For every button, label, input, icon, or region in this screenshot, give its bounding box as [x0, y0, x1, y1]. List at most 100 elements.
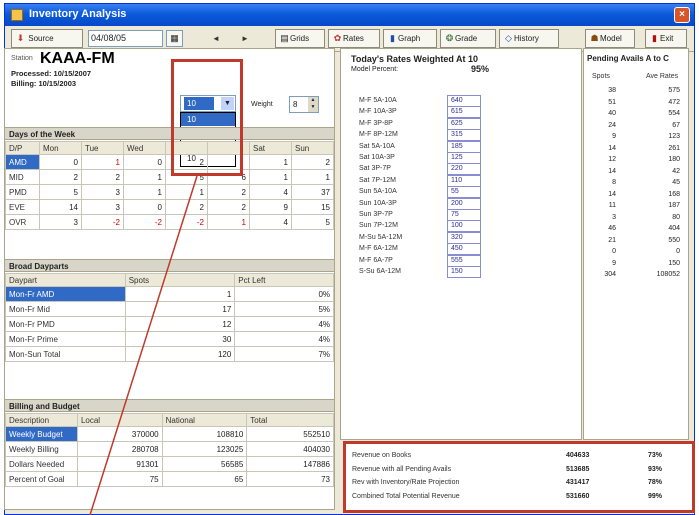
- table-cell[interactable]: 3: [81, 184, 124, 200]
- table-cell[interactable]: 2: [165, 199, 208, 215]
- rate-input[interactable]: 200: [447, 197, 481, 210]
- rates-button[interactable]: ✿ Rates: [328, 29, 380, 48]
- table-row[interactable]: Weekly Budget 370000 108810 552510: [5, 426, 334, 442]
- spots-cell[interactable]: 1: [124, 286, 236, 302]
- row-label[interactable]: MID: [5, 169, 40, 185]
- total-cell[interactable]: 147886: [246, 456, 334, 472]
- row-label[interactable]: Mon-Fr AMD: [5, 286, 126, 302]
- pct-left-cell[interactable]: 4%: [234, 331, 334, 347]
- table-cell[interactable]: 5: [39, 184, 82, 200]
- rate-input[interactable]: 55: [447, 186, 481, 199]
- table-cell[interactable]: 1: [249, 169, 292, 185]
- table-row[interactable]: Mon-Fr PMD 12 4%: [5, 316, 334, 332]
- total-cell[interactable]: 552510: [246, 426, 334, 442]
- weight-spinner[interactable]: 8 ▲ ▼: [289, 96, 319, 113]
- table-cell[interactable]: -2: [165, 214, 208, 230]
- spots-cell[interactable]: 30: [124, 331, 236, 347]
- rate-input[interactable]: 450: [447, 243, 481, 256]
- row-label[interactable]: Weekly Billing: [5, 441, 78, 457]
- row-label[interactable]: PMD: [5, 184, 40, 200]
- pct-left-cell[interactable]: 7%: [234, 346, 334, 362]
- row-label[interactable]: Mon-Sun Total: [5, 346, 126, 362]
- row-label[interactable]: OVR: [5, 214, 40, 230]
- table-cell[interactable]: 0: [39, 154, 82, 170]
- spinner-arrows-icon[interactable]: ▲ ▼: [308, 97, 318, 112]
- rate-input[interactable]: 625: [447, 117, 481, 130]
- grids-button[interactable]: ▤Grids: [275, 29, 325, 48]
- table-cell[interactable]: 0: [123, 154, 166, 170]
- table-row[interactable]: PMD 5 3 1 1 2 4 37: [5, 184, 334, 200]
- spots-cell[interactable]: 12: [124, 316, 236, 332]
- spots-cell[interactable]: 120: [124, 346, 236, 362]
- table-cell[interactable]: 1: [165, 184, 208, 200]
- table-row[interactable]: EVE 14 3 0 2 2 9 15: [5, 199, 334, 215]
- rate-input[interactable]: 110: [447, 174, 481, 187]
- row-label[interactable]: Percent of Goal: [5, 471, 78, 487]
- rate-input[interactable]: 615: [447, 106, 481, 119]
- rate-input[interactable]: 125: [447, 152, 481, 164]
- table-row[interactable]: Weekly Billing 280708 123025 404030: [5, 441, 334, 457]
- table-cell[interactable]: 1: [123, 184, 166, 200]
- local-cell[interactable]: 280708: [76, 441, 163, 457]
- table-cell[interactable]: 2: [39, 169, 82, 185]
- pct-left-cell[interactable]: 5%: [234, 301, 334, 317]
- local-cell[interactable]: 75: [76, 471, 163, 487]
- table-cell[interactable]: 2: [81, 169, 124, 185]
- national-cell[interactable]: 123025: [161, 441, 248, 457]
- rate-input[interactable]: 75: [447, 209, 481, 221]
- rate-input[interactable]: 150: [447, 266, 481, 278]
- rate-input[interactable]: 555: [447, 254, 481, 267]
- rate-input[interactable]: 220: [447, 163, 481, 176]
- table-row[interactable]: AMD 0 1 0 2 1 2: [5, 154, 334, 170]
- calendar-icon[interactable]: ▦: [166, 30, 183, 47]
- national-cell[interactable]: 56585: [161, 456, 248, 472]
- table-cell[interactable]: 15: [291, 199, 334, 215]
- date-field[interactable]: 04/08/05: [88, 30, 163, 47]
- table-row[interactable]: Mon-Fr Prime 30 4%: [5, 331, 334, 347]
- local-cell[interactable]: 370000: [76, 426, 163, 442]
- next-button[interactable]: ►: [235, 30, 255, 47]
- table-cell[interactable]: 2: [207, 199, 250, 215]
- rate-input[interactable]: 315: [447, 129, 481, 142]
- rate-input[interactable]: 320: [447, 231, 481, 244]
- table-cell[interactable]: 4: [249, 184, 292, 200]
- grade-button[interactable]: ❂ Grade: [440, 29, 496, 48]
- table-cell[interactable]: 0: [123, 199, 166, 215]
- pct-left-cell[interactable]: 0%: [234, 286, 334, 302]
- row-label[interactable]: EVE: [5, 199, 40, 215]
- prev-button[interactable]: ◄: [206, 30, 226, 47]
- rate-input[interactable]: 640: [447, 95, 481, 107]
- graph-button[interactable]: ▮ Graph: [383, 29, 437, 48]
- rate-input[interactable]: 100: [447, 220, 481, 233]
- table-cell[interactable]: 3: [81, 199, 124, 215]
- history-button[interactable]: ◇ History: [499, 29, 559, 48]
- row-label[interactable]: Weekly Budget: [5, 426, 78, 442]
- row-label[interactable]: Dollars Needed: [5, 456, 78, 472]
- table-row[interactable]: MID 2 2 1 5 6 1 1: [5, 169, 334, 185]
- table-cell[interactable]: 1: [249, 154, 292, 170]
- row-label[interactable]: AMD: [5, 154, 40, 170]
- pct-left-cell[interactable]: 4%: [234, 316, 334, 332]
- spots-cell[interactable]: 17: [124, 301, 236, 317]
- table-cell[interactable]: 1: [123, 169, 166, 185]
- source-button[interactable]: ⬇ Source: [11, 29, 83, 48]
- table-row[interactable]: OVR 3 -2 -2 -2 1 4 5: [5, 214, 334, 230]
- table-cell[interactable]: 9: [249, 199, 292, 215]
- row-label[interactable]: Mon-Fr Prime: [5, 331, 126, 347]
- table-cell[interactable]: 4: [249, 214, 292, 230]
- table-cell[interactable]: 37: [291, 184, 334, 200]
- table-row[interactable]: Mon-Fr Mid 17 5%: [5, 301, 334, 317]
- row-label[interactable]: Mon-Fr Mid: [5, 301, 126, 317]
- national-cell[interactable]: 65: [161, 471, 248, 487]
- table-row[interactable]: Mon-Sun Total 120 7%: [5, 346, 334, 362]
- table-cell[interactable]: 2: [291, 154, 334, 170]
- table-row[interactable]: Dollars Needed 91301 56585 147886: [5, 456, 334, 472]
- table-cell[interactable]: 14: [39, 199, 82, 215]
- table-cell[interactable]: -2: [81, 214, 124, 230]
- table-cell[interactable]: 1: [207, 214, 250, 230]
- row-label[interactable]: Mon-Fr PMD: [5, 316, 126, 332]
- table-cell[interactable]: 1: [291, 169, 334, 185]
- total-cell[interactable]: 73: [246, 471, 334, 487]
- table-row[interactable]: Mon-Fr AMD 1 0%: [5, 286, 334, 302]
- exit-button[interactable]: ▮ Exit: [645, 29, 687, 48]
